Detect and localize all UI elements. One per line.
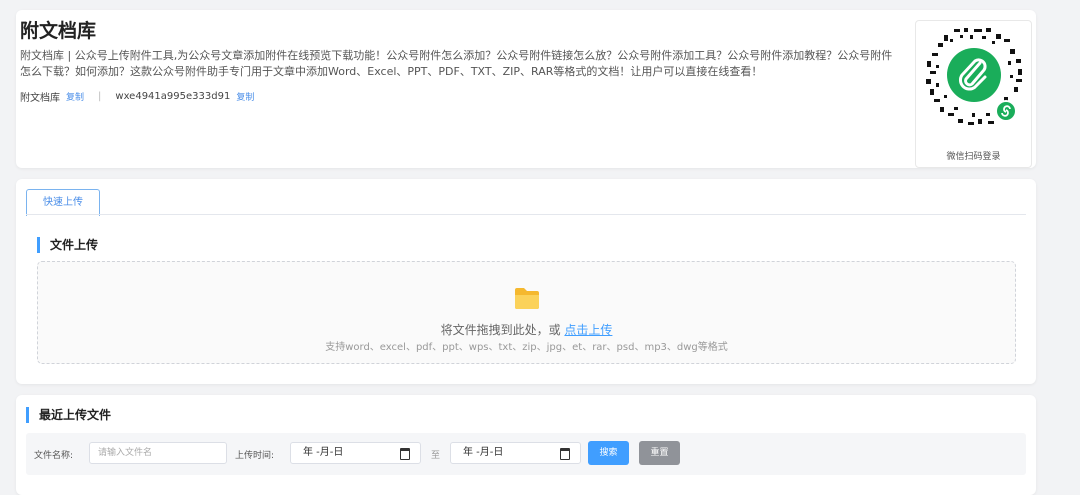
copy-appid-button[interactable]: 复制 bbox=[236, 90, 254, 103]
file-dropzone[interactable]: 将文件拖拽到此处，或 点击上传 支持word、excel、pdf、ppt、wps… bbox=[37, 261, 1016, 364]
supported-formats: 支持word、excel、pdf、ppt、wps、txt、zip、jpg、et、… bbox=[325, 342, 728, 353]
qr-caption: 微信扫码登录 bbox=[946, 152, 1001, 162]
filename-label: 文件名称: bbox=[34, 451, 74, 461]
filename-input[interactable]: 请输入文件名 bbox=[89, 442, 227, 464]
recent-uploads-card: 最近上传文件 文件名称: 请输入文件名 上传时间: 年 -月-日 至 年 -月-… bbox=[16, 395, 1036, 495]
date-to-value: 年 -月-日 bbox=[463, 447, 504, 458]
upload-section-title: 文件上传 bbox=[37, 237, 98, 253]
folder-icon bbox=[515, 288, 539, 309]
upload-card: 快速上传 文件上传 将文件拖拽到此处，或 点击上传 支持word、excel、p… bbox=[16, 179, 1036, 384]
page-title: 附文档库 bbox=[20, 20, 97, 42]
date-from-input[interactable]: 年 -月-日 bbox=[290, 442, 421, 464]
app-id: wxe4941a995e333d91 bbox=[115, 91, 231, 102]
app-description: 附文档库 | 公众号上传附件工具,为公众号文章添加附件在线预览下载功能！公众号附… bbox=[20, 49, 893, 78]
date-to-input[interactable]: 年 -月-日 bbox=[450, 442, 581, 464]
date-from-value: 年 -月-日 bbox=[303, 447, 344, 458]
tab-divider bbox=[26, 214, 1026, 215]
app-name-label: 附文档库 bbox=[20, 93, 60, 104]
app-meta-row: 附文档库 复制 | wxe4941a995e333d91 复制 bbox=[20, 89, 254, 104]
calendar-icon[interactable] bbox=[400, 448, 410, 460]
recent-section-title: 最近上传文件 bbox=[26, 407, 111, 423]
drop-instruction: 将文件拖拽到此处，或 点击上传 bbox=[38, 321, 1015, 338]
filter-bar: 文件名称: 请输入文件名 上传时间: 年 -月-日 至 年 -月-日 搜索 重置 bbox=[26, 433, 1026, 475]
app-info-card: 附文档库 附文档库 | 公众号上传附件工具,为公众号文章添加附件在线预览下载功能… bbox=[16, 10, 1036, 168]
date-separator: 至 bbox=[431, 451, 441, 461]
meta-separator: | bbox=[98, 91, 102, 102]
reset-button[interactable]: 重置 bbox=[639, 441, 680, 465]
calendar-icon[interactable] bbox=[560, 448, 570, 460]
copy-name-button[interactable]: 复制 bbox=[66, 90, 84, 103]
tab-quick-upload[interactable]: 快速上传 bbox=[26, 189, 100, 216]
upload-time-label: 上传时间: bbox=[235, 451, 275, 461]
wechat-miniprogram-qr-icon bbox=[926, 28, 1022, 125]
drop-text: 将文件拖拽到此处，或 bbox=[440, 323, 561, 337]
click-upload-link[interactable]: 点击上传 bbox=[564, 323, 612, 337]
qr-login-box: 微信扫码登录 bbox=[915, 20, 1032, 168]
search-button[interactable]: 搜索 bbox=[588, 441, 629, 465]
